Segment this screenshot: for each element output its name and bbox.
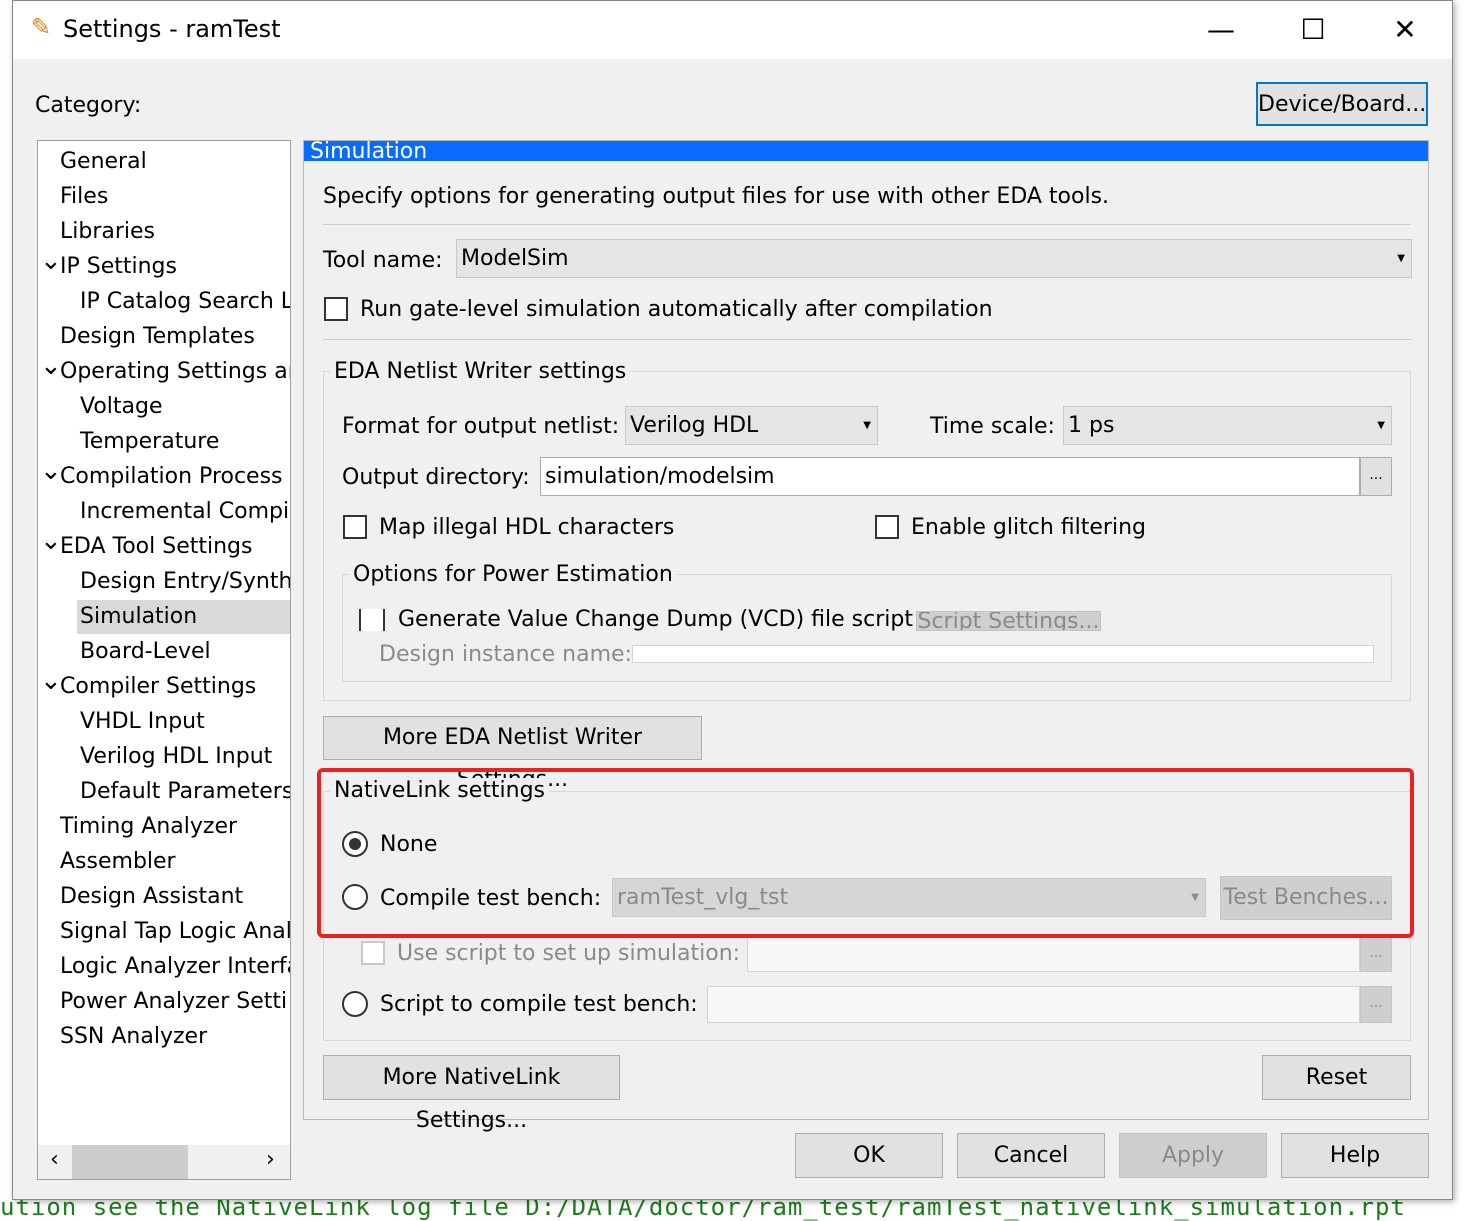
- tree-item[interactable]: IP Catalog Search L: [80, 285, 290, 319]
- minimize-button[interactable]: —: [1191, 11, 1251, 49]
- use-script-label: Use script to set up simulation:: [397, 941, 741, 966]
- dropdown-arrow-icon: ▼: [1377, 420, 1385, 431]
- chevron-down-icon[interactable]: ⌄: [40, 456, 62, 486]
- netlist-group-title: EDA Netlist Writer settings: [330, 359, 631, 384]
- divider: [323, 224, 1411, 225]
- panel-header: Simulation: [304, 141, 1428, 161]
- help-button[interactable]: Help: [1281, 1133, 1429, 1178]
- cancel-button[interactable]: Cancel: [957, 1133, 1105, 1178]
- settings-dialog: ✎ Settings - ramTest — ☐ ✕ Category: Dev…: [12, 0, 1453, 1200]
- tree-item[interactable]: Simulation: [77, 600, 290, 634]
- tree-item[interactable]: Board-Level: [80, 635, 211, 669]
- tool-name-label: Tool name:: [323, 248, 443, 273]
- script-compile-input[interactable]: [707, 986, 1360, 1023]
- glitch-filter-label: Enable glitch filtering: [911, 515, 1146, 540]
- description: Specify options for generating output fi…: [323, 184, 1110, 209]
- category-label: Category:: [35, 93, 142, 118]
- chevron-down-icon[interactable]: ⌄: [40, 666, 62, 696]
- tree-item[interactable]: Default Parameters: [80, 775, 290, 809]
- chevron-down-icon[interactable]: ⌄: [40, 246, 62, 276]
- tree-item[interactable]: Compilation Process: [60, 460, 283, 494]
- output-dir-input[interactable]: simulation/modelsim: [540, 457, 1360, 496]
- tree-item[interactable]: Temperature: [80, 425, 219, 459]
- background-window: [0, 0, 12, 1213]
- tree-item[interactable]: Files: [60, 180, 108, 214]
- tree-item[interactable]: Voltage: [80, 390, 163, 424]
- tree-item[interactable]: Operating Settings ar: [60, 355, 290, 389]
- format-value: Verilog HDL: [630, 413, 759, 438]
- use-script-input[interactable]: [747, 936, 1360, 972]
- tree-item[interactable]: Compiler Settings: [60, 670, 256, 704]
- tool-name-select[interactable]: ModelSim ▼: [456, 239, 1412, 278]
- tree-item[interactable]: Design Templates: [60, 320, 255, 354]
- tree-item[interactable]: Signal Tap Logic Anal: [60, 915, 290, 949]
- time-scale-select[interactable]: 1 ps ▼: [1063, 406, 1392, 445]
- category-tree[interactable]: General Files Libraries ⌄ IP Settings IP Cata…: [37, 140, 291, 1180]
- divider: [323, 339, 1411, 340]
- time-scale-value: 1 ps: [1068, 413, 1115, 438]
- script-settings-button[interactable]: Script Settings...: [916, 611, 1101, 631]
- use-script-browse-button[interactable]: ...: [1360, 936, 1392, 972]
- horizontal-scrollbar[interactable]: ‹ ›: [38, 1145, 290, 1179]
- tree-item[interactable]: Timing Analyzer: [60, 810, 237, 844]
- tree-item[interactable]: Incremental Compil: [80, 495, 290, 529]
- run-gate-level-checkbox[interactable]: [324, 297, 348, 321]
- title-bar: ✎ Settings - ramTest — ☐ ✕: [13, 1, 1452, 59]
- vcd-checkbox[interactable]: [359, 609, 385, 631]
- design-instance-label: Design instance name:: [379, 642, 632, 667]
- scroll-left-icon[interactable]: ‹: [50, 1147, 59, 1172]
- device-board-button[interactable]: Device/Board...: [1256, 82, 1428, 126]
- tree-item[interactable]: IP Settings: [60, 250, 177, 284]
- tree-item[interactable]: Design Entry/Synth: [80, 565, 290, 599]
- map-illegal-checkbox[interactable]: [343, 515, 367, 539]
- design-instance-input[interactable]: [632, 645, 1374, 663]
- apply-button[interactable]: Apply: [1119, 1133, 1267, 1178]
- script-compile-browse-button[interactable]: ...: [1360, 986, 1392, 1023]
- scrollbar-thumb[interactable]: [72, 1145, 188, 1179]
- pencil-icon: ✎: [31, 13, 52, 41]
- tree-item[interactable]: Verilog HDL Input: [80, 740, 272, 774]
- dropdown-arrow-icon: ▼: [863, 420, 871, 431]
- format-select[interactable]: Verilog HDL ▼: [625, 406, 878, 445]
- ok-button[interactable]: OK: [795, 1133, 943, 1178]
- script-compile-label: Script to compile test bench:: [380, 992, 698, 1017]
- more-netlist-settings-button[interactable]: More EDA Netlist Writer Settings...: [323, 716, 702, 792]
- run-gate-level-label: Run gate-level simulation automatically …: [360, 297, 993, 322]
- use-script-checkbox[interactable]: [361, 941, 385, 965]
- tree-item[interactable]: EDA Tool Settings: [60, 530, 252, 564]
- tree-item[interactable]: General: [60, 145, 147, 179]
- tree-item[interactable]: Libraries: [60, 215, 155, 249]
- dropdown-arrow-icon: ▼: [1397, 253, 1405, 264]
- window-title: Settings - ramTest: [63, 15, 281, 43]
- reset-button[interactable]: Reset: [1262, 1055, 1411, 1100]
- output-dir-label: Output directory:: [342, 465, 530, 490]
- scroll-right-icon[interactable]: ›: [266, 1147, 275, 1172]
- tree-item[interactable]: Design Assistant: [60, 880, 243, 914]
- maximize-button[interactable]: ☐: [1283, 11, 1343, 49]
- time-scale-label: Time scale:: [930, 414, 1055, 439]
- close-button[interactable]: ✕: [1375, 11, 1435, 49]
- tree-item[interactable]: VHDL Input: [80, 705, 205, 739]
- chevron-down-icon[interactable]: ⌄: [40, 526, 62, 556]
- map-illegal-label: Map illegal HDL characters: [379, 515, 675, 540]
- tree-item[interactable]: Logic Analyzer Interfa: [60, 950, 290, 984]
- tree-item[interactable]: Power Analyzer Setti: [60, 985, 287, 1019]
- script-compile-radio[interactable]: [342, 991, 368, 1017]
- format-label: Format for output netlist:: [342, 414, 620, 439]
- glitch-filter-checkbox[interactable]: [875, 515, 899, 539]
- more-nativelink-settings-button[interactable]: More NativeLink Settings...: [323, 1055, 620, 1133]
- simulation-panel: Simulation Specify options for generatin…: [303, 140, 1429, 1133]
- output-dir-browse-button[interactable]: ...: [1360, 457, 1392, 496]
- vcd-label: Generate Value Change Dump (VCD) file sc…: [398, 607, 913, 632]
- chevron-down-icon[interactable]: ⌄: [40, 351, 62, 381]
- highlight-box: [317, 768, 1414, 938]
- tree-item[interactable]: Assembler: [60, 845, 176, 879]
- power-group-title: Options for Power Estimation: [349, 562, 677, 587]
- tool-name-value: ModelSim: [461, 246, 569, 271]
- tree-item[interactable]: SSN Analyzer: [60, 1020, 207, 1054]
